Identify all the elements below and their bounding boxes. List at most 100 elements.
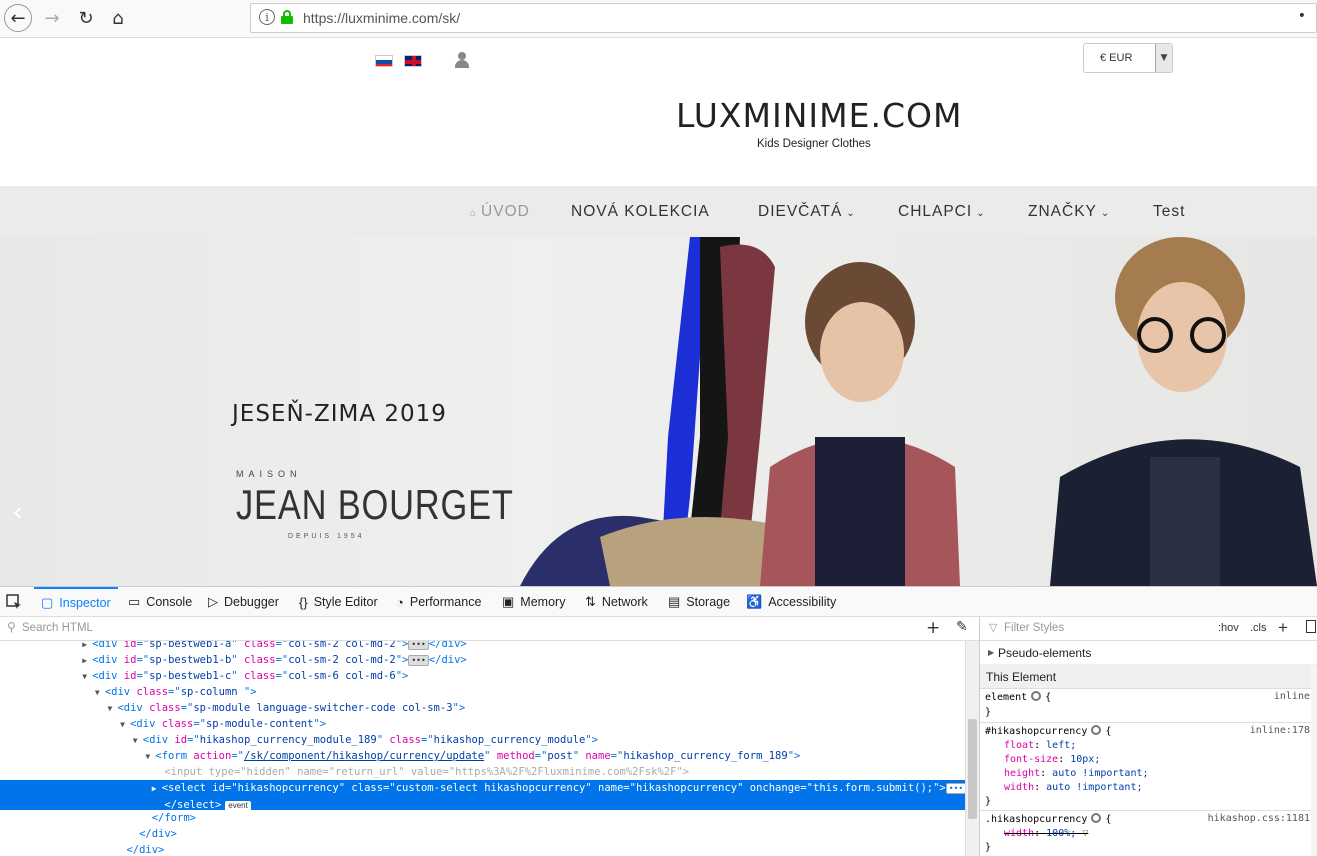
filter-styles-bar: ▽ Filter Styles :hov .cls + bbox=[980, 617, 1317, 641]
hero-image bbox=[520, 237, 1317, 586]
filter-styles-input[interactable]: Filter Styles bbox=[1004, 622, 1064, 634]
rule-hikashopcurrency-class[interactable]: .hikashopcurrency{ hikashop.css:1181 wid… bbox=[980, 811, 1317, 856]
network-icon: ⇅ bbox=[585, 594, 596, 609]
tree-node[interactable]: ▶ <div id="sp-bestweb1-a" class="col-sm-2… bbox=[0, 641, 965, 652]
forward-button[interactable]: → bbox=[38, 4, 66, 32]
tab-network[interactable]: ⇅ Network bbox=[585, 587, 648, 617]
tree-node-selected[interactable]: ▶ <select id="hikashopcurrency" class="cu… bbox=[0, 780, 965, 811]
tree-node[interactable]: ▼ <div class="sp-module-content"> bbox=[0, 716, 965, 732]
tree-node-close: </form> bbox=[151, 812, 196, 824]
rule-source[interactable]: inline bbox=[1274, 691, 1310, 702]
tree-node[interactable]: ▼ <div class="sp-column "> bbox=[0, 684, 965, 700]
info-icon[interactable]: i bbox=[259, 9, 275, 25]
overridden-declaration[interactable]: width: 100%; ▽ bbox=[1004, 827, 1088, 841]
main-menu: ⌂ ÚVOD NOVÁ KOLEKCIA DIEVČATÁ ⌄ CHLAPCI ⌄ Z… bbox=[0, 186, 1317, 237]
tab-inspector[interactable]: ▢ Inspector bbox=[34, 587, 118, 617]
tree-node-hidden-input[interactable]: <input type="hidden" name="return_url" v… bbox=[0, 764, 965, 780]
menu-item-dievcata[interactable]: DIEVČATÁ ⌄ bbox=[758, 203, 856, 221]
lock-icon[interactable] bbox=[281, 10, 293, 24]
page-actions-icon[interactable]: • bbox=[1298, 8, 1306, 24]
tab-performance[interactable]: ◔ Performance bbox=[396, 587, 481, 617]
slider-prev-icon[interactable]: ‹ bbox=[12, 495, 23, 528]
add-rule-icon[interactable]: + bbox=[1278, 618, 1288, 638]
gear-icon[interactable] bbox=[1091, 725, 1102, 735]
chevron-down-icon: ⌄ bbox=[976, 208, 986, 219]
url-text[interactable]: https://luxminime.com/sk/ bbox=[303, 10, 460, 26]
tree-node[interactable]: ▼ <div id="hikashop_currency_module_189" … bbox=[0, 732, 965, 748]
declaration[interactable]: height: auto !important; bbox=[1004, 767, 1149, 781]
tab-storage[interactable]: ▤ Storage bbox=[668, 587, 730, 617]
tab-accessibility[interactable]: ♿ Accessibility bbox=[746, 587, 836, 617]
brand-name: JEAN BOURGET bbox=[236, 481, 514, 528]
memory-icon: ▣ bbox=[502, 594, 515, 609]
print-media-icon[interactable] bbox=[1306, 620, 1316, 633]
site-header: € EUR ▼ LUXMINIME.COM Kids Designer Clot… bbox=[0, 38, 1317, 186]
home-icon: ⌂ bbox=[470, 208, 478, 219]
style-editor-icon: {} bbox=[299, 594, 308, 610]
console-icon: ▭ bbox=[128, 594, 141, 609]
search-html-input[interactable]: Search HTML bbox=[22, 622, 93, 634]
uk-flag-icon[interactable] bbox=[404, 55, 422, 67]
filter-icon: ▽ bbox=[989, 622, 998, 634]
tab-style-editor[interactable]: {} Style Editor bbox=[299, 587, 378, 617]
rule-hikashopcurrency-id[interactable]: #hikashopcurrency{ inline:178 float: lef… bbox=[980, 723, 1317, 811]
user-icon[interactable] bbox=[455, 52, 469, 68]
chevron-down-icon: ⌄ bbox=[846, 208, 856, 219]
filter-icon[interactable]: ▽ bbox=[1082, 828, 1088, 839]
tab-console[interactable]: ▭ Console bbox=[128, 587, 192, 617]
performance-icon: ◔ bbox=[396, 594, 404, 610]
tree-scrollbar[interactable] bbox=[965, 641, 979, 856]
search-icon: ⚲ bbox=[7, 620, 16, 634]
brand-prefix: MAISON bbox=[236, 469, 302, 479]
storage-icon: ▤ bbox=[668, 594, 681, 609]
gear-icon[interactable] bbox=[1091, 813, 1102, 823]
currency-select[interactable]: € EUR ▼ bbox=[1083, 43, 1173, 73]
search-html-bar: ⚲ Search HTML + ✎ bbox=[0, 617, 979, 641]
rule-source[interactable]: hikashop.css:1181 bbox=[1208, 813, 1310, 824]
inspector-icon: ▢ bbox=[41, 595, 54, 610]
tab-debugger[interactable]: ▷ Debugger bbox=[208, 587, 279, 617]
menu-item-uvod[interactable]: ⌂ ÚVOD bbox=[470, 203, 530, 221]
declaration[interactable]: font-size: 10px; bbox=[1004, 753, 1100, 767]
pseudo-elements-toggle[interactable]: ▶ Pseudo-elements bbox=[980, 641, 1317, 665]
browser-toolbar: ← → ↻ ⌂ i https://luxminime.com/sk/ • bbox=[0, 0, 1317, 38]
hero-title: JESEŇ-ZIMA 2019 bbox=[232, 401, 447, 427]
rule-element[interactable]: element{ inline } bbox=[980, 689, 1317, 723]
menu-item-nova-kolekcia[interactable]: NOVÁ KOLEKCIA bbox=[571, 203, 710, 221]
cls-toggle[interactable]: .cls bbox=[1250, 622, 1267, 634]
add-node-icon[interactable]: + bbox=[926, 618, 940, 638]
hero-slider[interactable]: JESEŇ-ZIMA 2019 MAISON JEAN BOURGET DEPU… bbox=[0, 237, 1317, 586]
chevron-down-icon: ⌄ bbox=[1100, 208, 1111, 219]
menu-item-znacky[interactable]: ZNAČKY ⌄ bbox=[1028, 203, 1110, 221]
menu-item-chlapci[interactable]: CHLAPCI ⌄ bbox=[898, 203, 986, 221]
slovak-flag-icon[interactable] bbox=[375, 55, 393, 67]
devtools-toolbar: ▢ Inspector ▭ Console ▷ Debugger {} Style Ed… bbox=[0, 586, 1317, 617]
menu-item-test[interactable]: Test bbox=[1153, 203, 1185, 221]
url-bar[interactable]: i https://luxminime.com/sk/ • bbox=[250, 3, 1317, 33]
declaration[interactable]: width: auto !important; bbox=[1004, 781, 1142, 795]
home-button[interactable]: ⌂ bbox=[104, 4, 132, 32]
back-button[interactable]: ← bbox=[4, 4, 32, 32]
arrow-right-icon: → bbox=[44, 7, 60, 29]
declaration[interactable]: float: left; bbox=[1004, 739, 1076, 753]
tree-node[interactable]: ▼ <div class="sp-module language-switcher… bbox=[0, 700, 965, 716]
tree-node[interactable]: ▶ <div id="sp-bestweb1-b" class="col-sm-2… bbox=[0, 652, 965, 668]
eyedropper-icon[interactable]: ✎ bbox=[956, 619, 968, 635]
reload-button[interactable]: ↻ bbox=[72, 4, 100, 32]
arrow-left-icon: ← bbox=[10, 7, 26, 29]
gear-icon[interactable] bbox=[1031, 691, 1042, 701]
brand-since: DEPUIS 1954 bbox=[288, 533, 365, 540]
tree-node[interactable]: ▼ <div id="sp-bestweb1-c" class="col-sm-6… bbox=[0, 668, 965, 684]
triangle-right-icon: ▶ bbox=[988, 648, 995, 657]
element-picker-icon[interactable] bbox=[6, 594, 22, 610]
currency-value: € EUR bbox=[1100, 52, 1133, 64]
tree-node[interactable]: ▼ <form action="/sk/component/hikashop/cu… bbox=[0, 748, 965, 764]
hov-toggle[interactable]: :hov bbox=[1218, 622, 1239, 634]
site-logo[interactable]: LUXMINIME.COM bbox=[676, 96, 962, 135]
rule-source[interactable]: inline:178 bbox=[1250, 725, 1310, 736]
reload-icon: ↻ bbox=[78, 7, 94, 29]
tab-memory[interactable]: ▣ Memory bbox=[502, 587, 565, 617]
this-element-header: This Element bbox=[980, 665, 1317, 689]
rules-scrollbar[interactable] bbox=[1311, 665, 1317, 856]
home-icon: ⌂ bbox=[112, 7, 124, 29]
